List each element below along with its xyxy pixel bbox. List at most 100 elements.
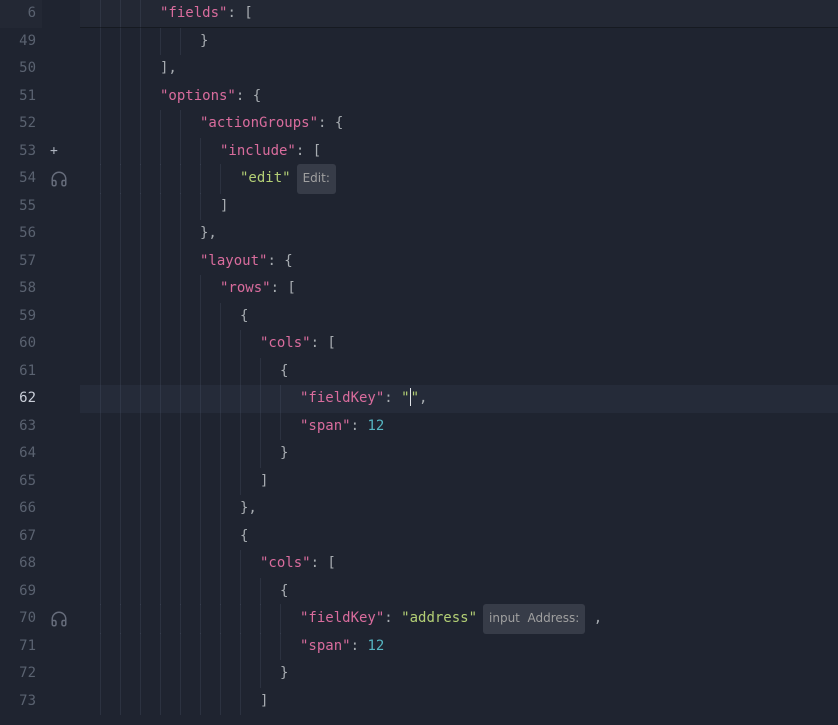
indent-guide: [200, 688, 201, 716]
indent-guide: [180, 578, 181, 606]
glyph-slot: [44, 660, 80, 688]
indent-guide: [240, 688, 241, 716]
line-content: },: [80, 220, 217, 248]
line-number: 64: [0, 440, 42, 468]
indent-guide: [100, 275, 101, 303]
code-line[interactable]: },: [80, 495, 838, 523]
glyph-slot: [44, 688, 80, 716]
sticky-scroll-line[interactable]: "fields": [: [80, 0, 838, 28]
indent-guide: [180, 275, 181, 303]
code-line[interactable]: {: [80, 303, 838, 331]
indent-guide: [120, 55, 121, 83]
indent-guide: [100, 138, 101, 166]
code-line[interactable]: "include": [: [80, 138, 838, 166]
token-punc: }: [200, 33, 208, 49]
indent-guide: [260, 633, 261, 661]
code-line[interactable]: {: [80, 578, 838, 606]
code-line[interactable]: ],: [80, 55, 838, 83]
glyph-slot: [44, 440, 80, 468]
line-number: 49: [0, 28, 42, 56]
indent-guide: [220, 164, 221, 194]
token-string: "edit": [240, 170, 291, 186]
code-line[interactable]: {: [80, 523, 838, 551]
indent-guide: [200, 385, 201, 413]
indent-guide: [100, 413, 101, 441]
indent-guide: [200, 413, 201, 441]
code-line[interactable]: },: [80, 220, 838, 248]
indent-guide: [160, 28, 161, 56]
code-line[interactable]: "edit" Edit:: [80, 165, 838, 193]
indent-guide: [200, 193, 201, 221]
indent-guide: [100, 385, 101, 413]
line-content: "cols": [: [80, 330, 336, 358]
indent-guide: [160, 303, 161, 331]
line-content: }: [80, 28, 208, 56]
inlay-hint[interactable]: input Address:: [483, 604, 585, 634]
token-punc: },: [240, 500, 257, 516]
glyph-slot: [44, 220, 80, 248]
code-line[interactable]: "rows": [: [80, 275, 838, 303]
glyph-slot: +: [44, 138, 80, 166]
token-punc: : [: [296, 143, 321, 159]
code-line[interactable]: }: [80, 660, 838, 688]
code-line[interactable]: "span": 12: [80, 633, 838, 661]
indent-guide: [160, 385, 161, 413]
indent-guide: [200, 358, 201, 386]
code-line[interactable]: "actionGroups": {: [80, 110, 838, 138]
indent-guide: [220, 468, 221, 496]
line-number: 55: [0, 193, 42, 221]
inlay-hint[interactable]: Edit:: [297, 164, 336, 194]
indent-guide: [180, 413, 181, 441]
indent-guide: [160, 660, 161, 688]
line-number: 52: [0, 110, 42, 138]
code-line[interactable]: "fieldKey": "address"input Address: ,: [80, 605, 838, 633]
line-content: {: [80, 358, 288, 386]
line-number: 54: [0, 165, 42, 193]
glyph-slot: [44, 193, 80, 221]
line-content: },: [80, 495, 257, 523]
code-line[interactable]: "span": 12: [80, 413, 838, 441]
indent-guide: [280, 633, 281, 661]
indent-guide: [120, 523, 121, 551]
code-editor[interactable]: 6495051525354555657585960616263646566676…: [0, 0, 838, 725]
token-key: "cols": [260, 335, 311, 351]
line-content: ]: [80, 468, 268, 496]
indent-guide: [180, 468, 181, 496]
indent-guide: [220, 523, 221, 551]
code-line[interactable]: "options": {: [80, 83, 838, 111]
code-area[interactable]: "fields": [}],"options": {"actionGroups"…: [80, 0, 838, 725]
plus-icon[interactable]: +: [50, 138, 58, 166]
code-line[interactable]: ]: [80, 193, 838, 221]
token-punc: :: [351, 638, 368, 654]
line-content: "layout": {: [80, 248, 293, 276]
code-line[interactable]: {: [80, 358, 838, 386]
indent-guide: [220, 303, 221, 331]
code-line[interactable]: "layout": {: [80, 248, 838, 276]
token-key: "layout": [200, 253, 267, 269]
line-content: "fieldKey": "",: [80, 385, 427, 413]
code-line[interactable]: "cols": [: [80, 330, 838, 358]
glyph-slot: [44, 413, 80, 441]
code-line[interactable]: ]: [80, 688, 838, 716]
indent-guide: [120, 138, 121, 166]
indent-guide: [100, 523, 101, 551]
indent-guide: [100, 633, 101, 661]
code-line[interactable]: "cols": [: [80, 550, 838, 578]
token-key: "fields": [160, 5, 227, 21]
indent-guide: [180, 440, 181, 468]
indent-guide: [200, 330, 201, 358]
code-line[interactable]: "fieldKey": "",: [80, 385, 838, 413]
indent-guide: [120, 358, 121, 386]
code-line[interactable]: }: [80, 28, 838, 56]
glyph-slot: [44, 550, 80, 578]
indent-guide: [160, 164, 161, 194]
code-line[interactable]: }: [80, 440, 838, 468]
indent-guide: [180, 633, 181, 661]
indent-guide: [180, 550, 181, 578]
indent-guide: [240, 468, 241, 496]
indent-guide: [160, 413, 161, 441]
line-number: 63: [0, 413, 42, 441]
indent-guide: [120, 0, 121, 28]
code-line[interactable]: ]: [80, 468, 838, 496]
indent-guide: [100, 330, 101, 358]
